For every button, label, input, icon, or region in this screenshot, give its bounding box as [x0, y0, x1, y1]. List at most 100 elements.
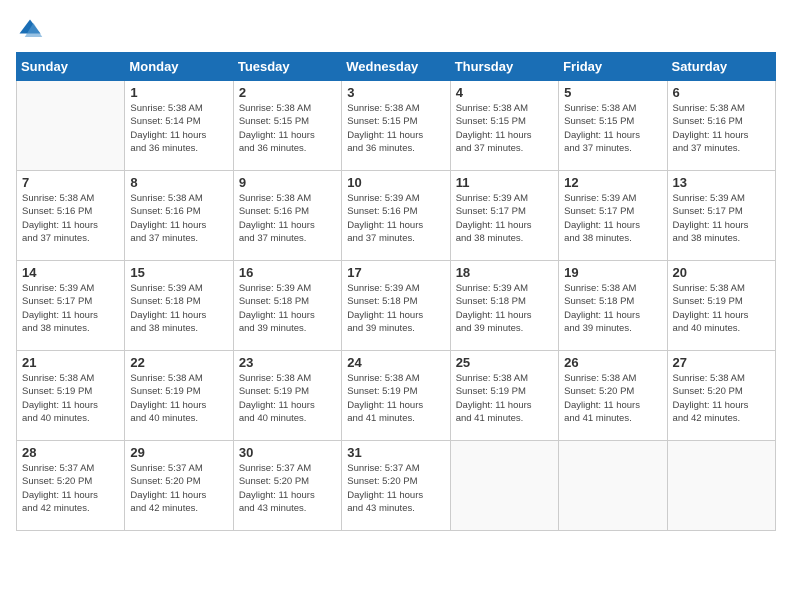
day-info: Sunrise: 5:38 AM Sunset: 5:15 PM Dayligh…	[347, 102, 444, 155]
day-number: 30	[239, 445, 336, 460]
calendar-cell: 5 Sunrise: 5:38 AM Sunset: 5:15 PM Daylig…	[559, 81, 667, 171]
day-info: Sunrise: 5:38 AM Sunset: 5:20 PM Dayligh…	[673, 372, 770, 425]
page-header	[16, 16, 776, 44]
day-number: 19	[564, 265, 661, 280]
weekday-header-friday: Friday	[559, 53, 667, 81]
weekday-header-row: SundayMondayTuesdayWednesdayThursdayFrid…	[17, 53, 776, 81]
calendar-week-row: 1 Sunrise: 5:38 AM Sunset: 5:14 PM Daylig…	[17, 81, 776, 171]
day-info: Sunrise: 5:38 AM Sunset: 5:19 PM Dayligh…	[22, 372, 119, 425]
calendar-cell: 4 Sunrise: 5:38 AM Sunset: 5:15 PM Daylig…	[450, 81, 558, 171]
day-number: 31	[347, 445, 444, 460]
calendar-cell: 10 Sunrise: 5:39 AM Sunset: 5:16 PM Dayli…	[342, 171, 450, 261]
day-info: Sunrise: 5:39 AM Sunset: 5:18 PM Dayligh…	[239, 282, 336, 335]
day-info: Sunrise: 5:38 AM Sunset: 5:16 PM Dayligh…	[673, 102, 770, 155]
day-info: Sunrise: 5:37 AM Sunset: 5:20 PM Dayligh…	[239, 462, 336, 515]
logo-icon	[16, 16, 44, 44]
day-number: 14	[22, 265, 119, 280]
calendar-cell: 11 Sunrise: 5:39 AM Sunset: 5:17 PM Dayli…	[450, 171, 558, 261]
day-number: 16	[239, 265, 336, 280]
day-number: 7	[22, 175, 119, 190]
day-number: 8	[130, 175, 227, 190]
day-info: Sunrise: 5:38 AM Sunset: 5:19 PM Dayligh…	[130, 372, 227, 425]
day-info: Sunrise: 5:37 AM Sunset: 5:20 PM Dayligh…	[130, 462, 227, 515]
calendar-cell: 3Sunrise: 5:38 AM Sunset: 5:15 PM Daylig…	[342, 81, 450, 171]
day-info: Sunrise: 5:38 AM Sunset: 5:18 PM Dayligh…	[564, 282, 661, 335]
calendar-cell: 30 Sunrise: 5:37 AM Sunset: 5:20 PM Dayli…	[233, 441, 341, 531]
calendar-cell: 16 Sunrise: 5:39 AM Sunset: 5:18 PM Dayli…	[233, 261, 341, 351]
calendar-cell: 29 Sunrise: 5:37 AM Sunset: 5:20 PM Dayli…	[125, 441, 233, 531]
calendar-cell: 7 Sunrise: 5:38 AM Sunset: 5:16 PM Daylig…	[17, 171, 125, 261]
calendar-cell	[559, 441, 667, 531]
calendar-cell: 8 Sunrise: 5:38 AM Sunset: 5:16 PM Daylig…	[125, 171, 233, 261]
day-number: 29	[130, 445, 227, 460]
day-info: Sunrise: 5:39 AM Sunset: 5:16 PM Dayligh…	[347, 192, 444, 245]
day-number: 25	[456, 355, 553, 370]
calendar-week-row: 14 Sunrise: 5:39 AM Sunset: 5:17 PM Dayli…	[17, 261, 776, 351]
day-info: Sunrise: 5:38 AM Sunset: 5:15 PM Dayligh…	[456, 102, 553, 155]
day-number: 20	[673, 265, 770, 280]
weekday-header-wednesday: Wednesday	[342, 53, 450, 81]
day-number: 26	[564, 355, 661, 370]
calendar-cell: 15 Sunrise: 5:39 AM Sunset: 5:18 PM Dayli…	[125, 261, 233, 351]
calendar-cell: 26 Sunrise: 5:38 AM Sunset: 5:20 PM Dayli…	[559, 351, 667, 441]
logo	[16, 16, 48, 44]
day-info: Sunrise: 5:38 AM Sunset: 5:15 PM Dayligh…	[564, 102, 661, 155]
day-number: 1	[130, 85, 227, 100]
calendar-cell: 18Sunrise: 5:39 AM Sunset: 5:18 PM Dayli…	[450, 261, 558, 351]
day-number: 6	[673, 85, 770, 100]
day-info: Sunrise: 5:38 AM Sunset: 5:19 PM Dayligh…	[673, 282, 770, 335]
calendar-cell: 24Sunrise: 5:38 AM Sunset: 5:19 PM Dayli…	[342, 351, 450, 441]
day-info: Sunrise: 5:39 AM Sunset: 5:17 PM Dayligh…	[22, 282, 119, 335]
day-info: Sunrise: 5:37 AM Sunset: 5:20 PM Dayligh…	[347, 462, 444, 515]
day-info: Sunrise: 5:39 AM Sunset: 5:17 PM Dayligh…	[673, 192, 770, 245]
calendar-week-row: 28 Sunrise: 5:37 AM Sunset: 5:20 PM Dayli…	[17, 441, 776, 531]
day-number: 13	[673, 175, 770, 190]
calendar-cell: 9Sunrise: 5:38 AM Sunset: 5:16 PM Daylig…	[233, 171, 341, 261]
day-number: 11	[456, 175, 553, 190]
day-number: 4	[456, 85, 553, 100]
calendar-week-row: 7 Sunrise: 5:38 AM Sunset: 5:16 PM Daylig…	[17, 171, 776, 261]
day-number: 17	[347, 265, 444, 280]
weekday-header-saturday: Saturday	[667, 53, 775, 81]
day-number: 5	[564, 85, 661, 100]
day-number: 12	[564, 175, 661, 190]
day-info: Sunrise: 5:37 AM Sunset: 5:20 PM Dayligh…	[22, 462, 119, 515]
day-number: 21	[22, 355, 119, 370]
day-number: 23	[239, 355, 336, 370]
calendar-cell	[17, 81, 125, 171]
calendar-cell: 14 Sunrise: 5:39 AM Sunset: 5:17 PM Dayli…	[17, 261, 125, 351]
day-number: 18	[456, 265, 553, 280]
weekday-header-tuesday: Tuesday	[233, 53, 341, 81]
day-info: Sunrise: 5:39 AM Sunset: 5:17 PM Dayligh…	[456, 192, 553, 245]
weekday-header-sunday: Sunday	[17, 53, 125, 81]
day-number: 22	[130, 355, 227, 370]
day-number: 15	[130, 265, 227, 280]
calendar-cell: 1 Sunrise: 5:38 AM Sunset: 5:14 PM Daylig…	[125, 81, 233, 171]
calendar-cell: 19 Sunrise: 5:38 AM Sunset: 5:18 PM Dayli…	[559, 261, 667, 351]
day-number: 28	[22, 445, 119, 460]
day-info: Sunrise: 5:39 AM Sunset: 5:17 PM Dayligh…	[564, 192, 661, 245]
calendar-cell: 13 Sunrise: 5:39 AM Sunset: 5:17 PM Dayli…	[667, 171, 775, 261]
day-info: Sunrise: 5:39 AM Sunset: 5:18 PM Dayligh…	[347, 282, 444, 335]
calendar-cell: 25 Sunrise: 5:38 AM Sunset: 5:19 PM Dayli…	[450, 351, 558, 441]
calendar-cell: 2 Sunrise: 5:38 AM Sunset: 5:15 PM Daylig…	[233, 81, 341, 171]
calendar-cell: 12 Sunrise: 5:39 AM Sunset: 5:17 PM Dayli…	[559, 171, 667, 261]
calendar-table: SundayMondayTuesdayWednesdayThursdayFrid…	[16, 52, 776, 531]
day-info: Sunrise: 5:38 AM Sunset: 5:19 PM Dayligh…	[456, 372, 553, 425]
calendar-cell: 17 Sunrise: 5:39 AM Sunset: 5:18 PM Dayli…	[342, 261, 450, 351]
calendar-cell: 27 Sunrise: 5:38 AM Sunset: 5:20 PM Dayli…	[667, 351, 775, 441]
calendar-cell: 28 Sunrise: 5:37 AM Sunset: 5:20 PM Dayli…	[17, 441, 125, 531]
calendar-cell: 6 Sunrise: 5:38 AM Sunset: 5:16 PM Daylig…	[667, 81, 775, 171]
day-info: Sunrise: 5:38 AM Sunset: 5:14 PM Dayligh…	[130, 102, 227, 155]
day-number: 2	[239, 85, 336, 100]
day-info: Sunrise: 5:39 AM Sunset: 5:18 PM Dayligh…	[130, 282, 227, 335]
day-number: 10	[347, 175, 444, 190]
calendar-cell: 22 Sunrise: 5:38 AM Sunset: 5:19 PM Dayli…	[125, 351, 233, 441]
day-info: Sunrise: 5:38 AM Sunset: 5:16 PM Dayligh…	[22, 192, 119, 245]
day-info: Sunrise: 5:38 AM Sunset: 5:20 PM Dayligh…	[564, 372, 661, 425]
day-info: Sunrise: 5:38 AM Sunset: 5:19 PM Dayligh…	[239, 372, 336, 425]
day-number: 9	[239, 175, 336, 190]
day-info: Sunrise: 5:38 AM Sunset: 5:15 PM Dayligh…	[239, 102, 336, 155]
day-info: Sunrise: 5:38 AM Sunset: 5:16 PM Dayligh…	[130, 192, 227, 245]
day-number: 27	[673, 355, 770, 370]
